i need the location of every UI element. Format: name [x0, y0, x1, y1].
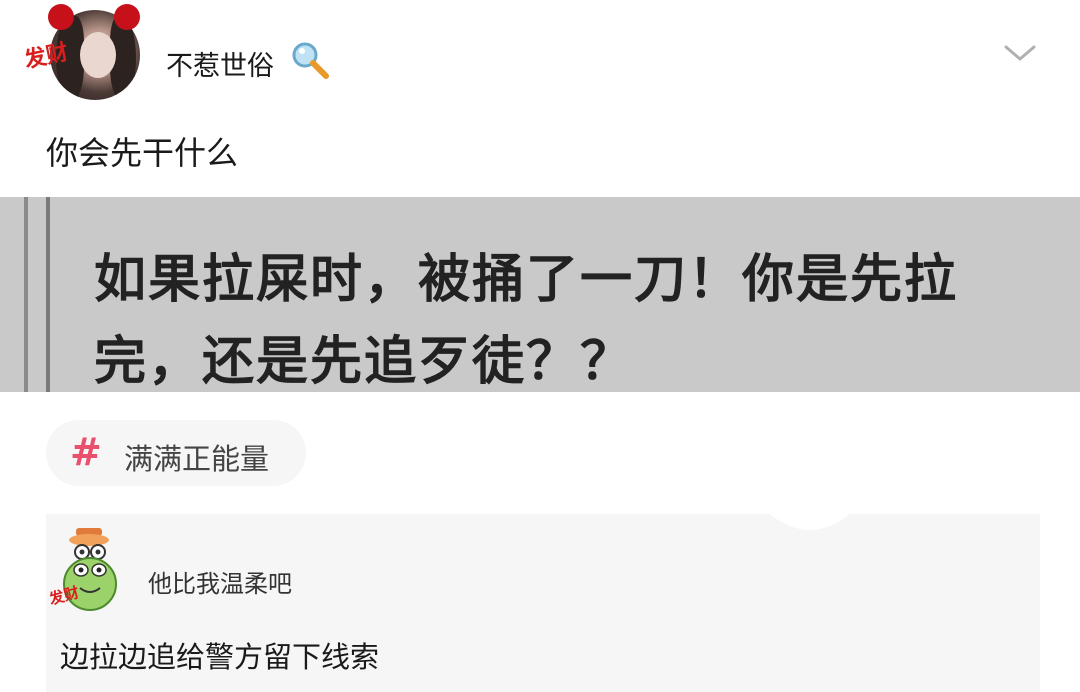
hashtag-icon: # [70, 430, 102, 474]
image-text-line: 如果拉屎时，被捅了一刀！你是先拉 [94, 250, 959, 310]
topic-tag-label: 满满正能量 [124, 442, 270, 476]
image-border [24, 197, 28, 392]
image-text-line: 完，还是先追歹徒？？ [94, 332, 635, 392]
user-avatar[interactable]: 发财 [22, 4, 140, 106]
bow-decoration-icon [114, 4, 140, 30]
magnifier-emoji-icon [292, 42, 329, 79]
bow-decoration-icon [48, 4, 74, 30]
post-text: 你会先干什么 [46, 134, 239, 172]
comment-card: 发财 他比我温柔吧 边拉边追给警方留下线索 [46, 514, 1040, 692]
image-border [46, 197, 50, 392]
topic-tag[interactable]: # 满满正能量 [46, 420, 306, 486]
username[interactable]: 不惹世俗 [166, 44, 274, 83]
chevron-down-icon[interactable] [1003, 42, 1037, 64]
post-image[interactable]: 如果拉屎时，被捅了一刀！你是先拉 完，还是先追歹徒？？ [0, 197, 1080, 392]
commenter-avatar[interactable]: 发财 [46, 522, 128, 618]
comment-text: 边拉边追给警方留下线索 [60, 640, 380, 674]
post-header: 发财 不惹世俗 [0, 0, 1080, 120]
comment-pointer [770, 514, 850, 530]
comment-author[interactable]: 他比我温柔吧 [148, 564, 292, 599]
